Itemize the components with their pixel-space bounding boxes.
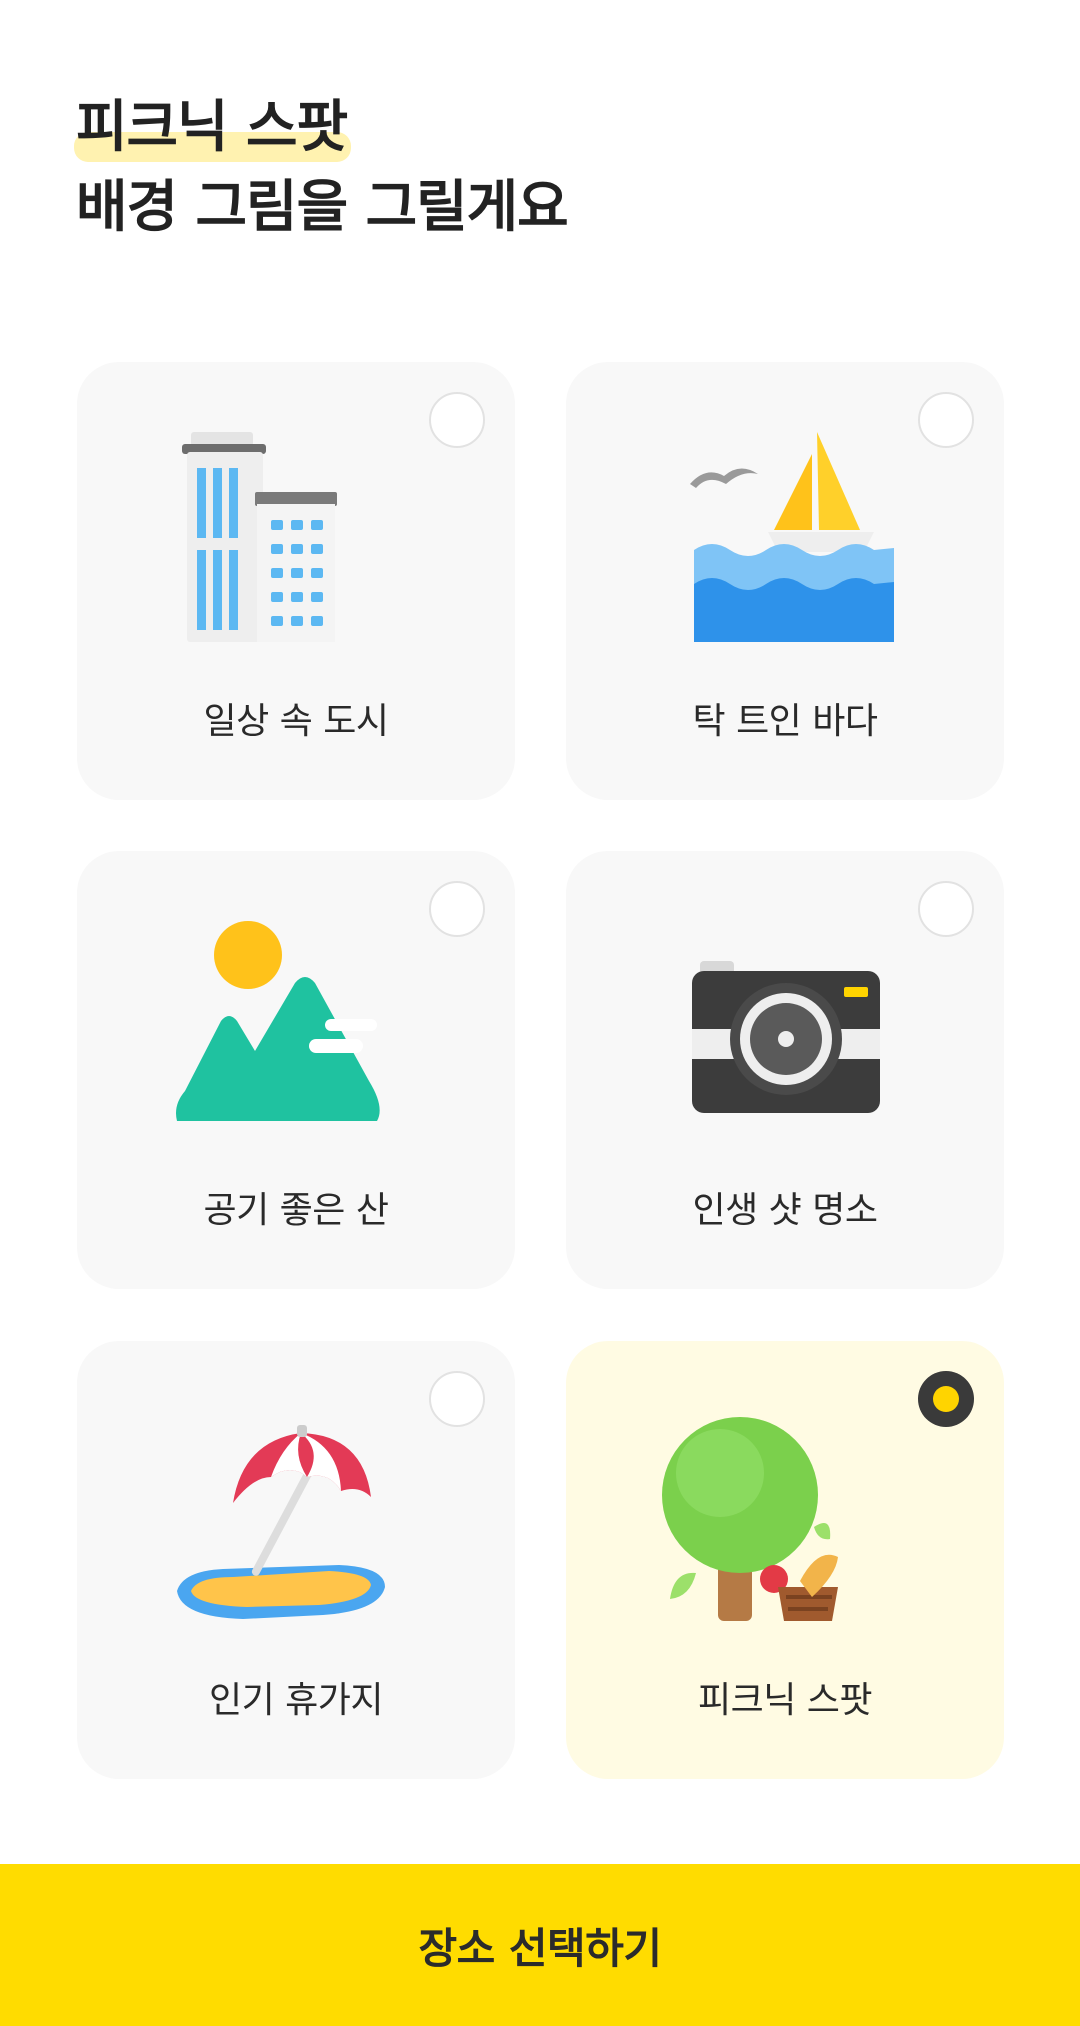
mountain-sun-icon (176, 921, 380, 1121)
radio-button[interactable] (429, 1371, 485, 1427)
page-header: 피크닉 스팟 배경 그림을 그릴게요 (73, 88, 976, 248)
radio-button[interactable] (918, 392, 974, 448)
option-label: 일상 속 도시 (203, 701, 390, 742)
option-card-mountain[interactable]: 공기 좋은 산 (77, 851, 515, 1289)
background-option-grid: 일상 속 도시 탁 트인 바다 공기 좋은 산 인생 샷 명소 인기 휴가지 피… (77, 362, 1004, 1779)
radio-button[interactable] (429, 392, 485, 448)
radio-button[interactable] (429, 881, 485, 937)
camera-icon (692, 961, 880, 1113)
beach-umbrella-icon (177, 1425, 385, 1619)
radio-dot (933, 1386, 959, 1412)
option-card-vacation[interactable]: 인기 휴가지 (77, 1341, 515, 1779)
select-place-button[interactable]: 장소 선택하기 (0, 1864, 1080, 2026)
option-card-photo-spot[interactable]: 인생 샷 명소 (566, 851, 1004, 1289)
option-label: 인기 휴가지 (208, 1680, 384, 1721)
option-label: 인생 샷 명소 (692, 1190, 879, 1231)
page-title-line-2: 배경 그림을 그릴게요 (76, 175, 569, 240)
radio-button-selected[interactable] (918, 1371, 974, 1427)
tree-picnic-basket-icon (662, 1417, 838, 1621)
page-title-highlight: 피크닉 스팟 (73, 88, 352, 168)
page-title-line-1: 피크닉 스팟 (73, 88, 976, 168)
option-label: 피크닉 스팟 (697, 1680, 873, 1721)
option-card-picnic[interactable]: 피크닉 스팟 (566, 1341, 1004, 1779)
sailboat-sea-icon (690, 432, 894, 642)
option-label: 공기 좋은 산 (203, 1190, 390, 1231)
option-label: 탁 트인 바다 (692, 701, 879, 742)
option-card-city[interactable]: 일상 속 도시 (77, 362, 515, 800)
city-buildings-icon (182, 432, 337, 642)
radio-button[interactable] (918, 881, 974, 937)
option-card-sea[interactable]: 탁 트인 바다 (566, 362, 1004, 800)
